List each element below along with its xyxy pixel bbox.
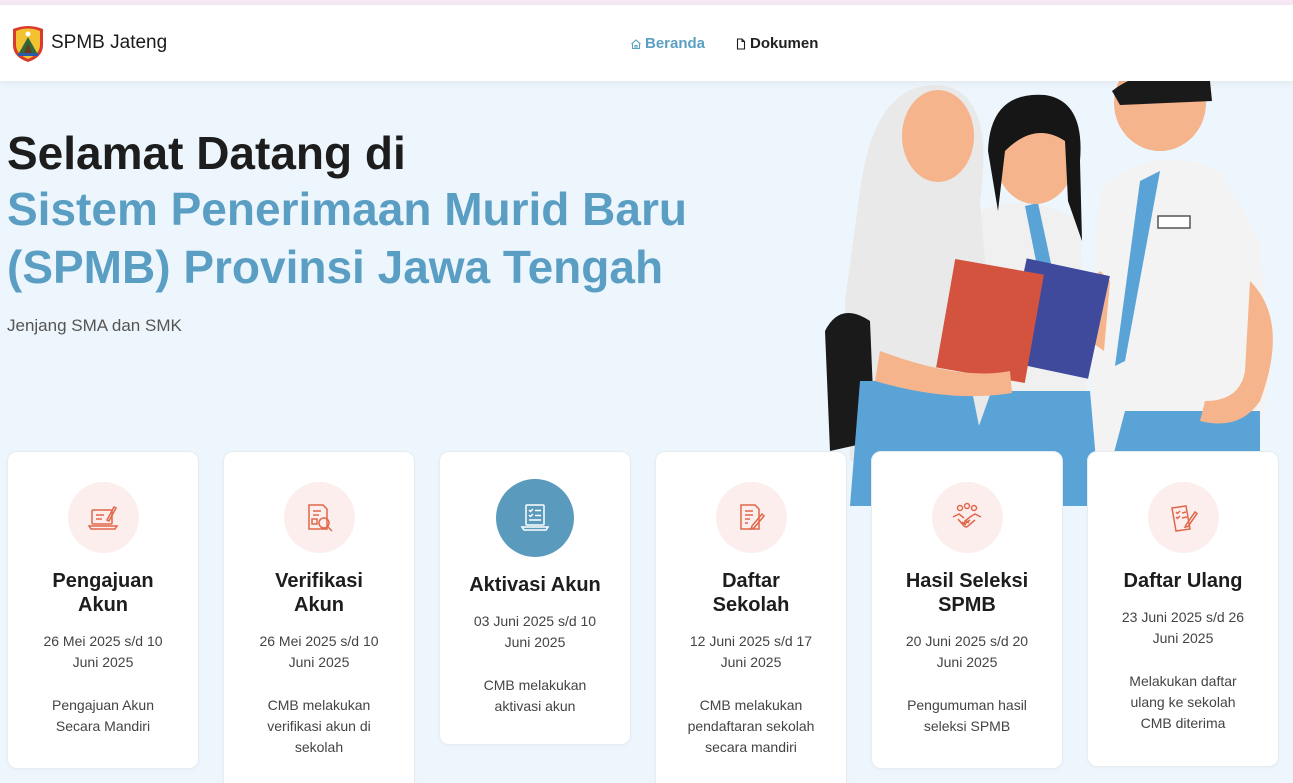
laptop-form-icon bbox=[87, 505, 119, 530]
card-date: 03 Juni 2025 s/d 10 Juni 2025 bbox=[473, 613, 597, 650]
card-date: 26 Mei 2025 s/d 10 Juni 2025 bbox=[259, 633, 379, 670]
card-date: 12 Juni 2025 s/d 17 Juni 2025 bbox=[689, 633, 813, 670]
nav-dokumen-label: Dokumen bbox=[750, 35, 819, 52]
card-icon-circle bbox=[1147, 482, 1219, 553]
nav-beranda[interactable]: Beranda bbox=[630, 35, 705, 52]
card-title: Aktivasi Akun bbox=[469, 574, 601, 596]
card-desc: Melakukan daftar ulang ke sekolah CMB di… bbox=[1129, 673, 1237, 731]
brand-link[interactable]: SPMB Jateng bbox=[9, 23, 167, 63]
card-title: Pengajuan Akun bbox=[52, 570, 154, 616]
hero-title-line1: Selamat Datang di bbox=[7, 127, 406, 179]
card-desc: Pengajuan Akun Secara Mandiri bbox=[52, 697, 154, 734]
card-hasil-seleksi[interactable]: Hasil Seleksi SPMB 20 Juni 2025 s/d 20 J… bbox=[871, 451, 1063, 769]
card-icon-circle bbox=[931, 482, 1003, 553]
checklist-pen-icon bbox=[1171, 504, 1199, 532]
card-daftar-sekolah[interactable]: Daftar Sekolah 12 Juni 2025 s/d 17 Juni … bbox=[655, 451, 847, 783]
card-verifikasi-akun[interactable]: Verifikasi Akun 26 Mei 2025 s/d 10 Juni … bbox=[223, 451, 415, 783]
hero-subtitle: Jenjang SMA dan SMK bbox=[7, 316, 182, 335]
card-icon-circle bbox=[283, 482, 355, 553]
card-daftar-ulang[interactable]: Daftar Ulang 23 Juni 2025 s/d 26 Juni 20… bbox=[1087, 451, 1279, 767]
card-desc: Pengumuman hasil seleksi SPMB bbox=[907, 697, 1027, 734]
card-desc: CMB melakukan pendaftaran sekolah secara… bbox=[687, 697, 815, 755]
card-title: Daftar Sekolah bbox=[712, 570, 790, 616]
card-title: Daftar Ulang bbox=[1123, 570, 1243, 592]
home-icon bbox=[631, 38, 641, 49]
document-pen-icon bbox=[740, 503, 766, 530]
jateng-emblem-icon bbox=[13, 26, 43, 62]
students-illustration bbox=[825, 81, 1273, 506]
navbar: SPMB Jateng Beranda Dokumen bbox=[0, 5, 1293, 81]
card-desc: CMB melakukan aktivasi akun bbox=[483, 677, 587, 714]
handshake-icon bbox=[952, 502, 982, 528]
card-desc: CMB melakukan verifikasi akun di sekolah bbox=[267, 697, 371, 755]
hero-title-line3: (SPMB) Provinsi Jawa Tengah bbox=[7, 241, 664, 293]
card-aktivasi-akun[interactable]: Aktivasi Akun 03 Juni 2025 s/d 10 Juni 2… bbox=[439, 451, 631, 745]
card-icon-circle bbox=[715, 482, 787, 553]
card-icon-circle bbox=[67, 482, 139, 553]
laptop-checklist-icon bbox=[520, 504, 550, 531]
hero-title-line2: Sistem Penerimaan Murid Baru bbox=[7, 183, 687, 235]
card-date: 26 Mei 2025 s/d 10 Juni 2025 bbox=[43, 633, 163, 670]
brand-name: SPMB Jateng bbox=[51, 32, 168, 53]
card-title: Verifikasi Akun bbox=[275, 570, 363, 616]
card-date: 20 Juni 2025 s/d 20 Juni 2025 bbox=[905, 633, 1029, 670]
card-icon-circle-active bbox=[496, 479, 574, 557]
document-search-icon bbox=[308, 503, 333, 532]
nav-beranda-label: Beranda bbox=[645, 35, 706, 52]
nav-dokumen[interactable]: Dokumen bbox=[735, 35, 818, 52]
card-date: 23 Juni 2025 s/d 26 Juni 2025 bbox=[1121, 609, 1245, 646]
hero: Selamat Datang di Sistem Penerimaan Muri… bbox=[7, 126, 687, 336]
main-nav: Beranda Dokumen bbox=[630, 35, 818, 52]
document-icon bbox=[736, 37, 746, 50]
card-title: Hasil Seleksi SPMB bbox=[905, 570, 1029, 616]
card-pengajuan-akun[interactable]: Pengajuan Akun 26 Mei 2025 s/d 10 Juni 2… bbox=[7, 451, 199, 769]
